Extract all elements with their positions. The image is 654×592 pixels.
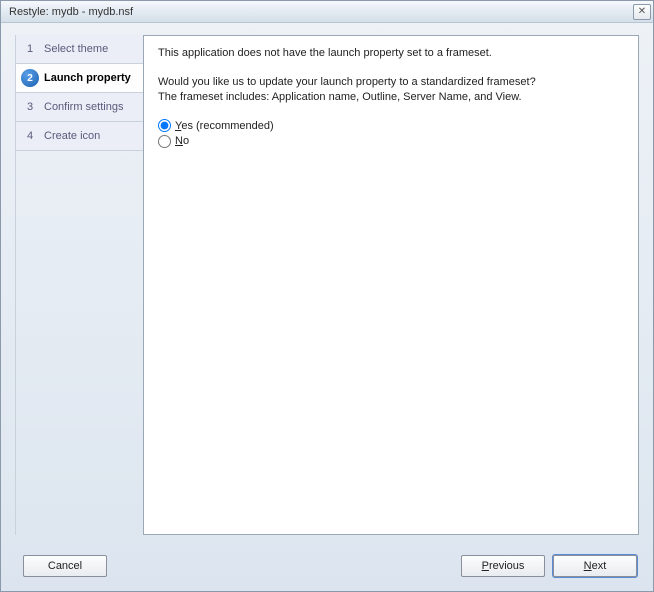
button-row: Cancel Previous Next bbox=[15, 555, 639, 579]
radio-no[interactable] bbox=[158, 135, 171, 148]
radio-yes-label: Yes (recommended) bbox=[175, 119, 274, 134]
previous-button[interactable]: Previous bbox=[461, 555, 545, 577]
step-number: 3 bbox=[16, 101, 44, 113]
step-label: Confirm settings bbox=[44, 101, 123, 113]
radio-no-label: No bbox=[175, 134, 189, 149]
step-number: 4 bbox=[16, 130, 44, 142]
step-select-theme[interactable]: 1 Select theme bbox=[16, 35, 143, 64]
restyle-wizard-window: Restyle: mydb - mydb.nsf ✕ 1 Select them… bbox=[0, 0, 654, 592]
step-number: 1 bbox=[16, 43, 44, 55]
step-create-icon[interactable]: 4 Create icon bbox=[16, 122, 143, 151]
window-body: 1 Select theme 2 Launch property 3 Confi… bbox=[1, 23, 653, 591]
close-icon: ✕ bbox=[638, 6, 646, 17]
intro-text-1: This application does not have the launc… bbox=[158, 46, 624, 61]
option-no-row[interactable]: No bbox=[158, 134, 624, 149]
next-button[interactable]: Next bbox=[553, 555, 637, 577]
step-label: Launch property bbox=[44, 72, 131, 84]
wizard-sidebar: 1 Select theme 2 Launch property 3 Confi… bbox=[15, 35, 143, 535]
main-row: 1 Select theme 2 Launch property 3 Confi… bbox=[15, 35, 639, 535]
intro-text-2: Would you like us to update your launch … bbox=[158, 75, 624, 105]
cancel-button[interactable]: Cancel bbox=[23, 555, 107, 577]
radio-yes[interactable] bbox=[158, 119, 171, 132]
option-yes-row[interactable]: Yes (recommended) bbox=[158, 119, 624, 134]
titlebar: Restyle: mydb - mydb.nsf ✕ bbox=[1, 1, 653, 23]
window-title: Restyle: mydb - mydb.nsf bbox=[9, 6, 133, 18]
active-step-badge-icon: 2 bbox=[21, 69, 39, 87]
content-panel: This application does not have the launc… bbox=[143, 35, 639, 535]
close-button[interactable]: ✕ bbox=[633, 4, 651, 20]
step-launch-property[interactable]: 2 Launch property bbox=[16, 64, 143, 93]
step-label: Select theme bbox=[44, 43, 108, 55]
step-label: Create icon bbox=[44, 130, 100, 142]
step-confirm-settings[interactable]: 3 Confirm settings bbox=[16, 93, 143, 122]
